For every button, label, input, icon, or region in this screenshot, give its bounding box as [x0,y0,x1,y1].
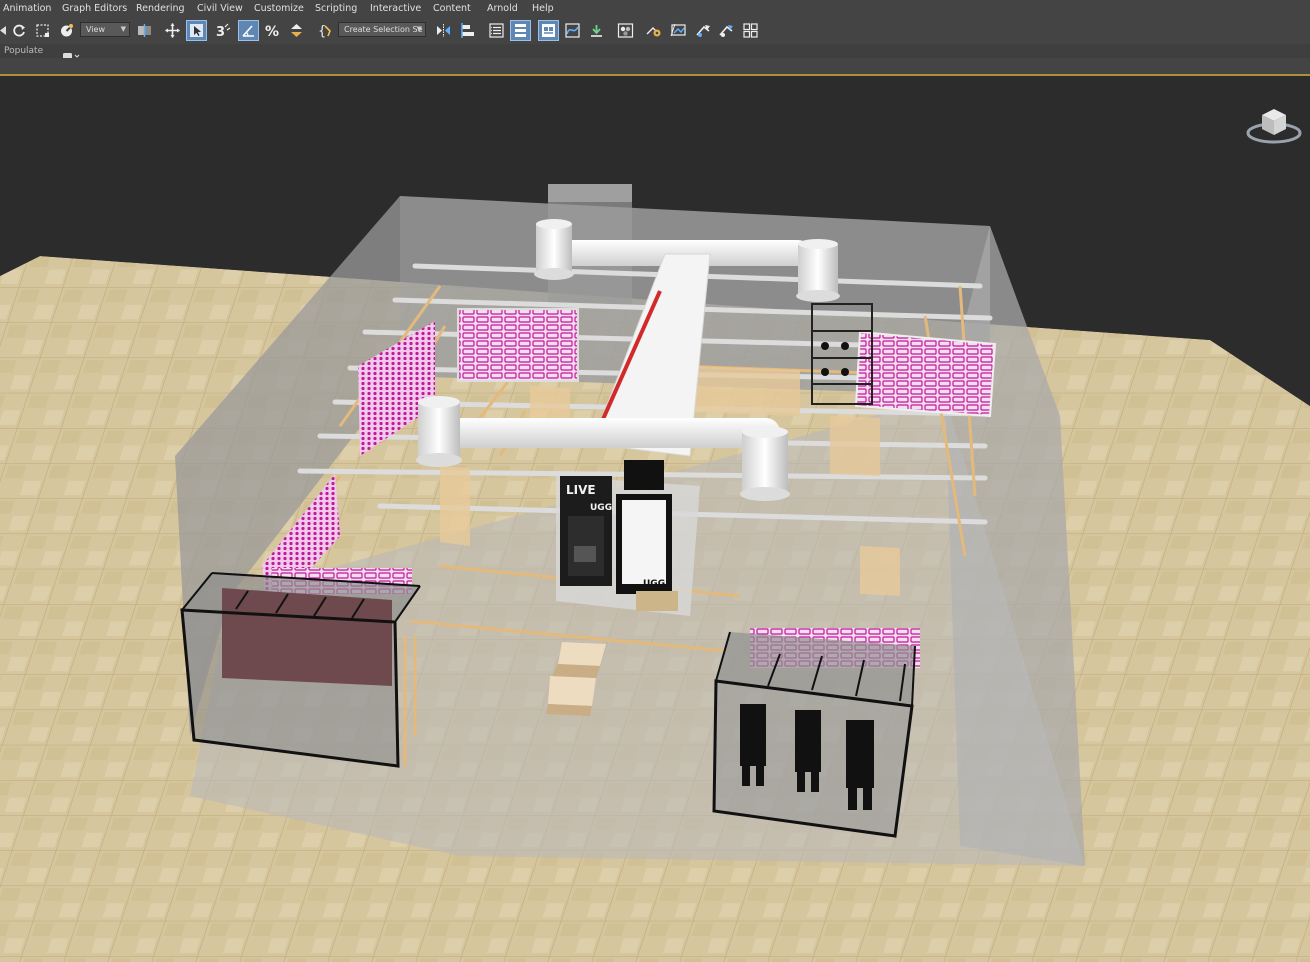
schematic-view-icon[interactable] [586,20,607,41]
front-window-right [712,631,916,838]
menu-content[interactable]: Content [433,0,471,18]
menu-arnold[interactable]: Arnold [487,0,518,18]
product-panel-back-right [854,330,997,418]
mirror-icon[interactable] [433,20,454,41]
menu-graph-editors[interactable]: Graph Editors [62,0,127,18]
window-crossing-icon[interactable] [56,20,77,41]
chevron-down-icon: ▼ [120,25,126,33]
menu-customize[interactable]: Customize [254,0,304,18]
spinner-snap-icon[interactable] [286,20,307,41]
chevron-down-icon: ▼ [416,25,422,33]
ugg-sign-upper: UGG [590,503,612,513]
ugg-sign-lower: UGG [643,579,665,589]
toggle-layer-explorer-icon[interactable] [510,20,531,41]
reference-coordinate-dropdown[interactable]: View ▼ [80,22,130,37]
edit-named-selection-icon[interactable]: { [315,20,336,41]
snap-3d-icon[interactable]: 3 [213,20,234,41]
menu-interactive[interactable]: Interactive [370,0,421,18]
align-icon[interactable] [458,20,479,41]
ribbon-minimize-icon[interactable] [62,46,80,59]
material-editor-icon[interactable] [615,20,636,41]
ribbon-populate-tab[interactable]: Populate [4,44,43,58]
toggle-ribbon-icon[interactable] [538,20,559,41]
ribbon-panel [0,58,1310,74]
scene-3d-render: LIVE UGG UGG [0,184,1310,962]
render-active-shade-icon[interactable] [716,20,737,41]
ribbon-bar: Populate [0,44,1310,59]
menu-rendering[interactable]: Rendering [136,0,185,18]
menu-bar: Animation Graph Editors Rendering Civil … [0,0,1310,19]
rotate-icon[interactable] [9,20,30,41]
product-panel-back-left [457,308,579,382]
menu-animation[interactable]: Animation [3,0,51,18]
main-toolbar: View ▼ 3 % { Create Selection Se ▼ [0,18,1310,45]
pivot-center-icon[interactable] [134,20,155,41]
menu-help[interactable]: Help [532,0,554,18]
front-window-left [180,572,421,768]
rendered-frame-window-icon[interactable] [668,20,689,41]
angle-snap-icon[interactable] [238,20,259,41]
select-region-icon[interactable] [32,20,53,41]
live-sign: LIVE [566,483,596,497]
named-selection-value: Create Selection Se [344,25,423,34]
viewcube-icon[interactable] [1244,101,1304,151]
percent-snap-icon[interactable]: % [262,20,283,41]
named-selection-dropdown[interactable]: Create Selection Se ▼ [338,22,426,37]
svg-text:%: % [265,24,279,39]
render-setup-icon[interactable] [643,20,664,41]
select-and-move-icon[interactable] [162,20,183,41]
svg-text:3: 3 [216,25,225,39]
toggle-scene-explorer-icon[interactable] [486,20,507,41]
select-object-icon[interactable] [186,20,207,41]
reference-coordinate-value: View [86,25,105,34]
menu-scripting[interactable]: Scripting [315,0,357,18]
workspace-grid-icon[interactable] [740,20,761,41]
menu-civil-view[interactable]: Civil View [197,0,243,18]
render-production-icon[interactable] [693,20,714,41]
curve-editor-icon[interactable] [562,20,583,41]
perspective-viewport[interactable]: LIVE UGG UGG [0,76,1310,962]
